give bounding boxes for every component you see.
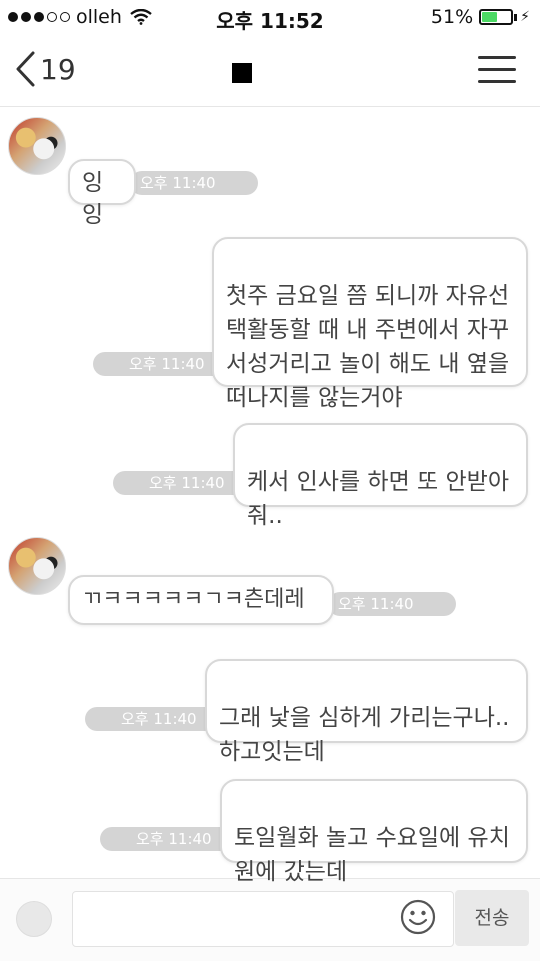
redacted-chat-title [232, 63, 252, 83]
avatar[interactable] [8, 117, 66, 175]
charging-icon: ⚡ [520, 9, 530, 25]
avatar[interactable] [8, 537, 66, 595]
message-text: 그래 낯을 심하게 가리는구나.. 하고잇는데 [219, 705, 510, 765]
message-text: 첫주 금요일 쯤 되니까 자유선 택활동할 때 내 주변에서 자꾸 서성거리고 … [226, 283, 510, 411]
message-time: 오후 11:40 [328, 592, 456, 616]
message-bubble-incoming: ㄲㅋㅋㅋㅋㅋㄱㅋ츤데레 [68, 575, 334, 625]
chevron-left-icon [16, 51, 35, 87]
message-list: 잉잉 오후 11:40 오후 11:40 첫주 금요일 쯤 되니까 자유선 택활… [0, 107, 540, 885]
message-bubble-incoming: 잉잉 [68, 159, 136, 228]
message-input[interactable] [73, 892, 413, 946]
message-bubble-outgoing: 그래 낯을 심하게 가리는구나.. 하고잇는데 [205, 659, 528, 765]
message-input-container [72, 891, 454, 947]
message-bubble-outgoing: 케서 인사를 하면 또 안받아 줘.. [233, 423, 528, 529]
message-time: 오후 11:40 [130, 171, 258, 195]
message-text: 토일월화 놀고 수요일에 유치 원에 갔는데 [234, 825, 510, 885]
message-text: 케서 인사를 하면 또 안받아 줘.. [247, 469, 510, 529]
message-bubble-outgoing: 첫주 금요일 쯤 되니까 자유선 택활동할 때 내 주변에서 자꾸 서성거리고 … [212, 237, 528, 411]
battery-status: 51% ⚡ [431, 6, 530, 28]
message-text: 잉잉 [82, 170, 104, 228]
emoticon-icon[interactable] [400, 899, 436, 935]
battery-percent: 51% [430, 6, 474, 28]
status-bar: olleh 오후 11:52 51% ⚡ [0, 0, 540, 36]
menu-icon[interactable] [478, 56, 516, 84]
message-text: ㄲㅋㅋㅋㅋㅋㄱㅋ츤데레 [82, 587, 305, 612]
attach-button[interactable] [16, 901, 52, 937]
message-bubble-outgoing: 토일월화 놀고 수요일에 유치 원에 갔는데 [220, 779, 528, 885]
send-button[interactable]: 전송 [455, 890, 529, 946]
battery-icon [479, 9, 514, 25]
unread-count: 19 [40, 52, 76, 86]
chat-header: 19 [0, 36, 540, 107]
back-button[interactable]: 19 [14, 50, 76, 88]
